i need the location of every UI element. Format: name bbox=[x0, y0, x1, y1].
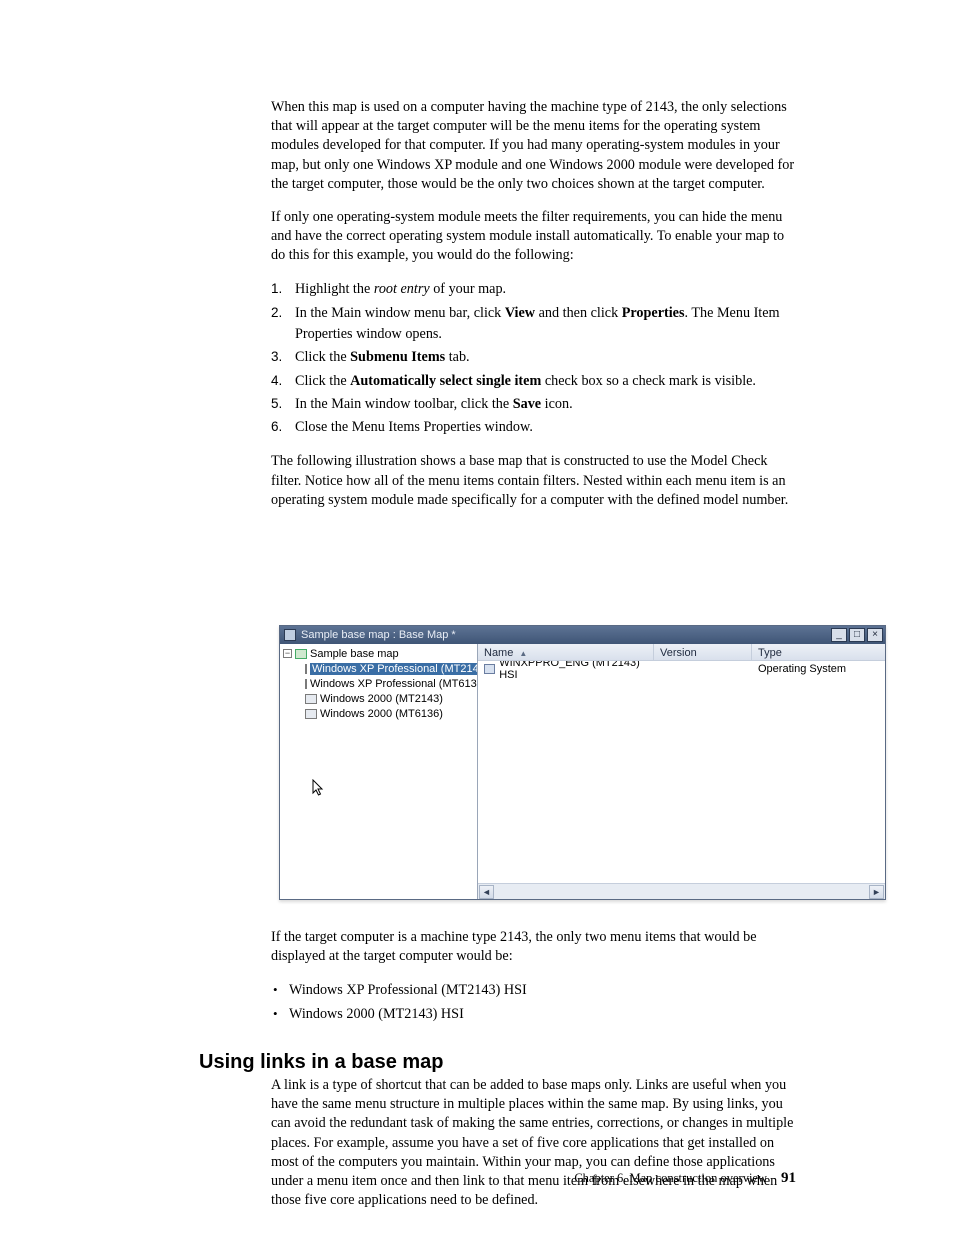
menu-item-icon bbox=[305, 694, 317, 704]
paragraph: The following illustration shows a base … bbox=[271, 452, 797, 510]
list-item: Windows 2000 (MT2143) HSI bbox=[271, 1004, 797, 1025]
list-item: 6. Close the Menu Items Properties windo… bbox=[271, 417, 797, 438]
menu-item-icon bbox=[305, 664, 307, 674]
column-header-version[interactable]: Version bbox=[654, 644, 752, 660]
paragraph: If the target computer is a machine type… bbox=[271, 928, 797, 966]
tree-root[interactable]: − Sample base map bbox=[283, 646, 477, 661]
section-heading: Using links in a base map bbox=[199, 1051, 444, 1074]
tree-root-label: Sample base map bbox=[310, 648, 399, 660]
tree-item[interactable]: Windows 2000 (MT2143) bbox=[305, 691, 477, 706]
window-title: Sample base map : Base Map * bbox=[301, 629, 831, 641]
app-window: Sample base map : Base Map * _ □ × − Sam… bbox=[279, 625, 886, 900]
tree-item[interactable]: Windows 2000 (MT6136) bbox=[305, 706, 477, 721]
bullet-list: Windows XP Professional (MT2143) HSI Win… bbox=[271, 980, 797, 1025]
column-header-type[interactable]: Type bbox=[752, 644, 885, 660]
scroll-right-button[interactable]: ► bbox=[869, 885, 884, 899]
list-item: 4. Click the Automatically select single… bbox=[271, 371, 797, 392]
cursor-icon bbox=[312, 779, 326, 802]
column-headers: Name▲ Version Type bbox=[478, 644, 885, 661]
list-item: 2. In the Main window menu bar, click Vi… bbox=[271, 303, 797, 346]
os-module-icon bbox=[484, 664, 495, 674]
paragraph: A link is a type of shortcut that can be… bbox=[271, 1076, 797, 1210]
page-number: 91 bbox=[781, 1170, 796, 1187]
titlebar[interactable]: Sample base map : Base Map * _ □ × bbox=[280, 626, 885, 644]
list-row[interactable]: WINXPPRO_ENG (MT2143) HSI Operating Syst… bbox=[478, 661, 885, 677]
list-rows: WINXPPRO_ENG (MT2143) HSI Operating Syst… bbox=[478, 661, 885, 883]
minimize-button[interactable]: _ bbox=[831, 628, 847, 642]
list-item: Windows XP Professional (MT2143) HSI bbox=[271, 980, 797, 1001]
list-item: 3. Click the Submenu Items tab. bbox=[271, 347, 797, 368]
map-icon bbox=[284, 629, 296, 641]
page-footer: Chapter 6. Map construction overview 91 bbox=[574, 1170, 796, 1187]
paragraph: If only one operating-system module meet… bbox=[271, 208, 797, 266]
column-header-name[interactable]: Name▲ bbox=[478, 644, 654, 660]
paragraph: When this map is used on a computer havi… bbox=[271, 98, 797, 194]
list-cell-type: Operating System bbox=[752, 663, 885, 675]
collapse-toggle[interactable]: − bbox=[283, 649, 292, 658]
menu-item-icon bbox=[305, 679, 307, 689]
tree-item-label: Windows XP Professional (MT6136) bbox=[310, 678, 478, 690]
tree-item[interactable]: Windows XP Professional (MT6136) bbox=[305, 676, 477, 691]
close-button[interactable]: × bbox=[867, 628, 883, 642]
list-pane: Name▲ Version Type WINXPPRO_ENG (MT2143)… bbox=[478, 644, 885, 899]
scroll-track[interactable] bbox=[495, 885, 868, 899]
numbered-list: 1. Highlight the root entry of your map.… bbox=[271, 279, 797, 438]
horizontal-scrollbar[interactable]: ◄ ► bbox=[478, 883, 885, 899]
tree-pane[interactable]: − Sample base map Windows XP Professiona… bbox=[280, 644, 478, 899]
tree-item[interactable]: Windows XP Professional (MT2143) bbox=[305, 661, 477, 676]
sort-asc-icon: ▲ bbox=[519, 649, 527, 658]
tree-item-label: Windows 2000 (MT6136) bbox=[320, 708, 443, 720]
tree-item-label: Windows XP Professional (MT2143) bbox=[310, 663, 478, 675]
menu-item-icon bbox=[305, 709, 317, 719]
list-item: 5. In the Main window toolbar, click the… bbox=[271, 394, 797, 415]
list-cell-name: WINXPPRO_ENG (MT2143) HSI bbox=[499, 661, 648, 681]
list-item: 1. Highlight the root entry of your map. bbox=[271, 279, 797, 300]
scroll-left-button[interactable]: ◄ bbox=[479, 885, 494, 899]
maximize-button[interactable]: □ bbox=[849, 628, 865, 642]
footer-chapter: Chapter 6. Map construction overview bbox=[574, 1171, 767, 1186]
tree-item-label: Windows 2000 (MT2143) bbox=[320, 693, 443, 705]
map-icon bbox=[295, 649, 307, 659]
